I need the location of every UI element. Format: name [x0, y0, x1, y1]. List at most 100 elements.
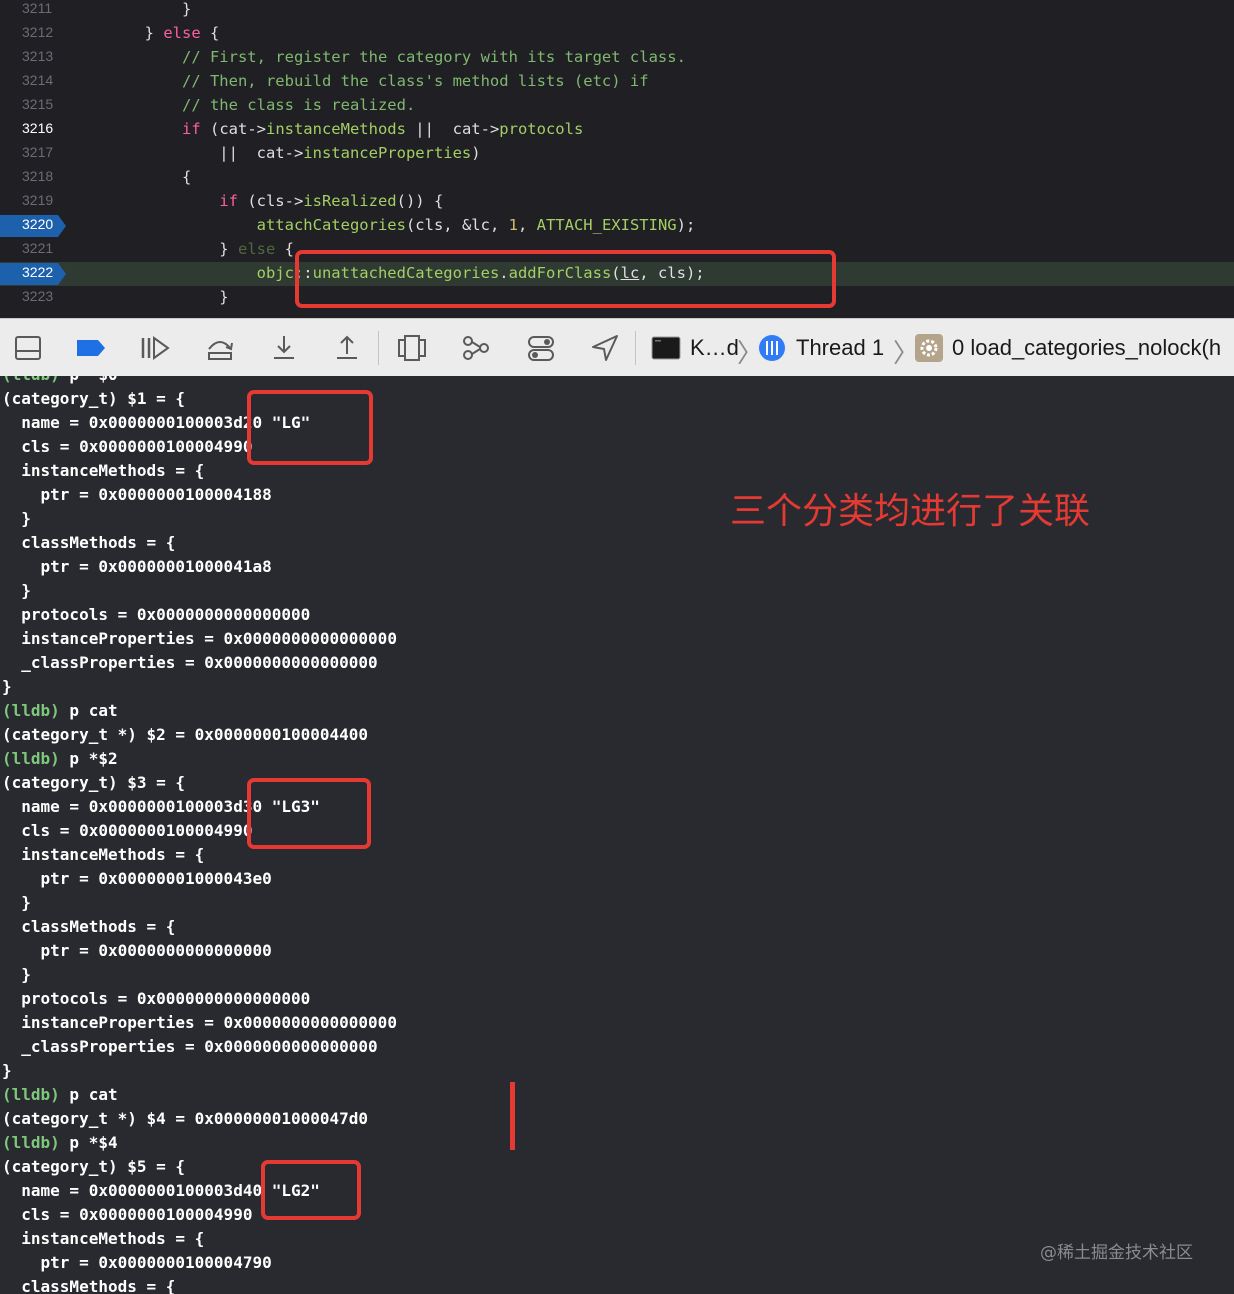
code-token: instanceProperties — [303, 144, 472, 162]
code-text: // the class is realized. — [70, 96, 415, 114]
console-output-line: (category_t *) $4 = 0x00000001000047d0 — [2, 1109, 369, 1128]
code-token: { — [275, 240, 294, 258]
line-number: 3220 — [22, 216, 54, 232]
line-gutter[interactable]: 3220 — [0, 214, 66, 238]
code-text: { — [70, 168, 191, 186]
code-line[interactable]: 3218 { — [0, 166, 1234, 190]
console-output-line: } — [2, 965, 31, 984]
lldb-command: p cat — [59, 1085, 118, 1104]
line-number: 3219 — [22, 192, 54, 208]
breakpoint-marker[interactable]: 3222 — [0, 263, 66, 285]
line-gutter[interactable]: 3223 — [0, 286, 64, 310]
line-number: 3213 — [22, 48, 54, 64]
code-token: ) — [471, 144, 481, 162]
environment-overrides-icon[interactable] — [526, 333, 556, 363]
thread-icon — [759, 335, 785, 361]
code-token: objc — [256, 264, 294, 282]
code-text: if (cat->instanceMethods || cat->protoco… — [70, 120, 583, 138]
code-text: attachCategories(cls, &lc, 1, ATTACH_EXI… — [70, 216, 696, 234]
code-token: (cat-> — [200, 120, 266, 138]
line-gutter[interactable]: 3213 — [0, 46, 64, 70]
line-gutter[interactable]: 3215 — [0, 94, 64, 118]
lldb-prompt: (lldb) — [2, 749, 60, 768]
console-command-line: (lldb) p *$4 — [2, 1133, 118, 1152]
simulate-location-icon[interactable] — [590, 333, 620, 363]
lldb-command: p *$0 — [60, 376, 117, 384]
code-token: } — [70, 288, 229, 306]
line-gutter[interactable]: 3216 — [0, 118, 64, 142]
code-line[interactable]: 3211 } — [0, 0, 1234, 22]
code-line[interactable]: 3213 // First, register the category wit… — [0, 46, 1234, 70]
hide-debug-area-icon[interactable] — [13, 333, 43, 363]
line-gutter[interactable]: 3221 — [0, 238, 64, 262]
console-output-line: _classProperties = 0x0000000000000000 — [2, 653, 378, 672]
code-token: ()) { — [396, 192, 444, 210]
console-output-line: (category_t) $5 = { — [2, 1157, 186, 1176]
code-token: || cat-> — [70, 144, 304, 162]
step-into-icon[interactable] — [269, 333, 299, 363]
toolbar-separator — [635, 331, 636, 365]
line-number: 3214 — [22, 72, 54, 88]
debug-toolbar: K…d 〉 Thread 1 〉 0 load_categories_noloc… — [0, 318, 1234, 378]
continue-icon[interactable] — [140, 333, 170, 363]
line-gutter[interactable]: 3217 — [0, 142, 64, 166]
code-token: if — [181, 120, 201, 138]
console-output-line: classMethods = { — [2, 533, 176, 552]
line-gutter[interactable]: 3214 — [0, 70, 64, 94]
console-output-line: } — [2, 677, 12, 696]
console-output-line: cls = 0x0000000100004990 — [2, 821, 253, 840]
code-token: || cat-> — [405, 120, 500, 138]
code-token: } — [70, 0, 192, 18]
console-command-line: (lldb) p cat — [2, 701, 118, 720]
breadcrumb-target[interactable]: K…d — [690, 335, 739, 361]
line-gutter[interactable]: 3218 — [0, 166, 64, 190]
breadcrumb-thread[interactable]: Thread 1 — [796, 335, 884, 361]
lldb-prompt: (lldb) — [2, 1133, 60, 1152]
console-output-line: cls = 0x0000000100004990 — [2, 1205, 253, 1224]
console-output-line: instanceProperties = 0x0000000000000000 — [2, 629, 397, 648]
view-hierarchy-icon[interactable] — [397, 333, 427, 363]
console-command-line: (lldb) p *$2 — [2, 749, 118, 768]
console-output-line: } — [2, 1061, 12, 1080]
toolbar-separator — [378, 331, 379, 365]
code-line[interactable]: 3219 if (cls->isRealized()) { — [0, 190, 1234, 214]
breakpoints-toggle-icon[interactable] — [76, 333, 106, 363]
code-token: (cls, &lc, — [405, 216, 509, 234]
step-over-icon[interactable] — [205, 333, 235, 363]
line-gutter[interactable]: 3212 — [0, 22, 64, 46]
console-output-line: ptr = 0x00000001000043e0 — [2, 869, 272, 888]
line-number: 3223 — [22, 288, 54, 304]
console-output-line: instanceProperties = 0x0000000000000000 — [2, 1013, 397, 1032]
memory-graph-icon[interactable] — [461, 333, 491, 363]
code-token: // First, register the category with its… — [70, 48, 686, 66]
code-token: isRealized — [303, 192, 397, 210]
code-token: instanceMethods — [265, 120, 406, 138]
step-out-icon[interactable] — [332, 333, 362, 363]
console-output-line: protocols = 0x0000000000000000 — [2, 605, 311, 624]
console-output-line: (category_t) $3 = { — [2, 773, 186, 792]
console-output-line: instanceMethods = { — [2, 1229, 205, 1248]
code-line[interactable]: 3214 // Then, rebuild the class's method… — [0, 70, 1234, 94]
highlight-box-lg — [247, 390, 373, 465]
breakpoint-marker[interactable]: 3220 — [0, 215, 66, 237]
line-number: 3222 — [22, 264, 54, 280]
frame-gear-icon — [915, 334, 943, 362]
line-gutter[interactable]: 3222 — [0, 262, 66, 286]
console-output-line: ptr = 0x0000000000000000 — [2, 941, 272, 960]
line-number: 3211 — [22, 0, 53, 16]
console-output-line: instanceMethods = { — [2, 461, 205, 480]
code-line[interactable]: 3216 if (cat->instanceMethods || cat->pr… — [0, 118, 1234, 142]
code-line[interactable]: 3215 // the class is realized. — [0, 94, 1234, 118]
line-number: 3216 — [22, 120, 54, 136]
console-output-line: cls = 0x0000000100004990 — [2, 437, 253, 456]
line-gutter[interactable]: 3219 — [0, 190, 64, 214]
breadcrumb-frame[interactable]: 0 load_categories_nolock(h — [952, 335, 1221, 361]
code-line[interactable]: 3220 attachCategories(cls, &lc, 1, ATTAC… — [0, 214, 1234, 238]
code-line[interactable]: 3212 } else { — [0, 22, 1234, 46]
line-number: 3221 — [22, 240, 54, 256]
code-line[interactable]: 3217 || cat->instanceProperties) — [0, 142, 1234, 166]
line-gutter[interactable]: 3211 — [0, 0, 64, 22]
code-token: else — [237, 240, 276, 258]
